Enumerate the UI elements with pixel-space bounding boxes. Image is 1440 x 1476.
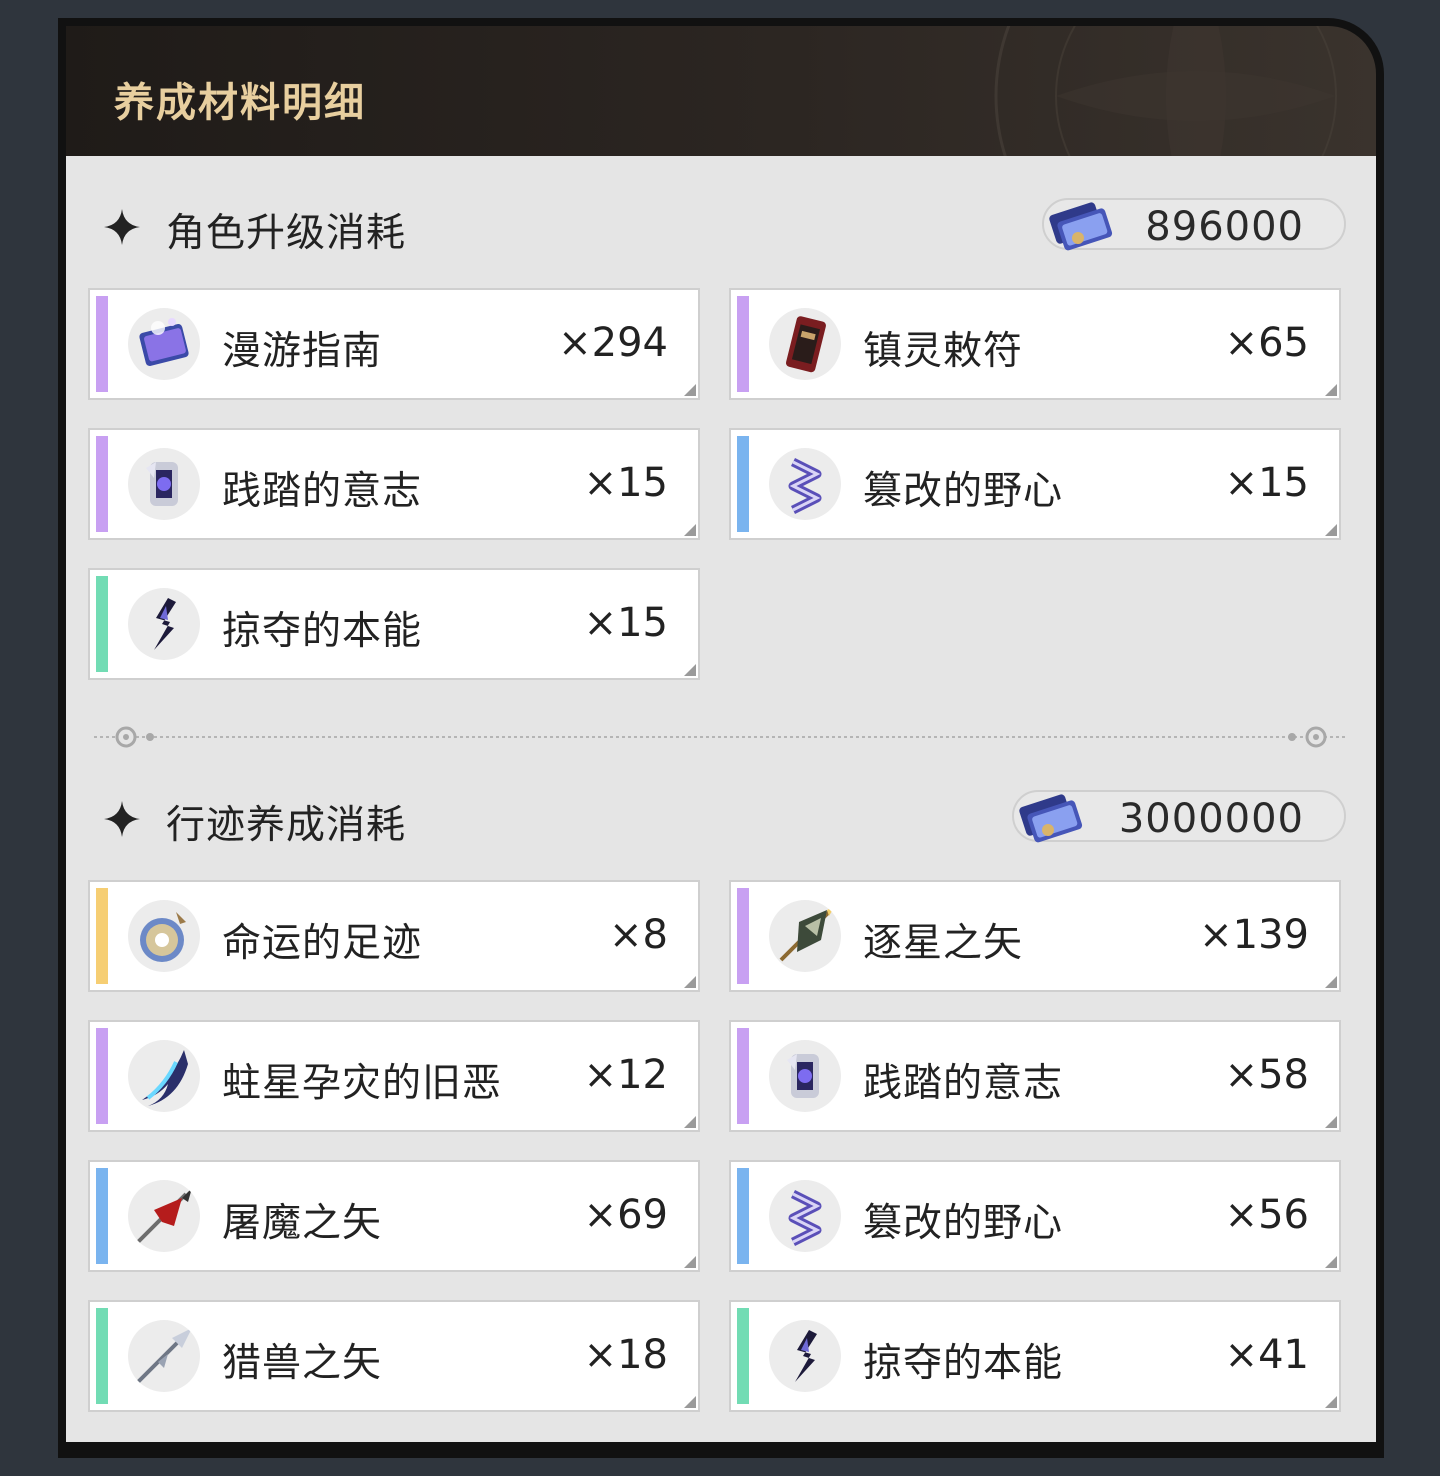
instinct-shard-icon: [769, 1320, 841, 1392]
materials-panel: 养成材料明细 角色升级消耗 896000 漫游指南 ×294 镇灵敕符 ×65 践踏的意志 ×…: [58, 18, 1384, 1458]
material-name: 掠夺的本能: [222, 609, 423, 654]
ambition-helix-icon: [769, 448, 841, 520]
section-title: 角色升级消耗: [166, 211, 407, 256]
will-crystal-icon: [769, 1040, 841, 1112]
material-quantity: ×41: [1224, 1332, 1309, 1378]
corner-mark: [1325, 1396, 1337, 1408]
sparkle-icon: [102, 207, 142, 247]
material-name: 漫游指南: [222, 329, 383, 374]
rarity-bar: [96, 436, 108, 532]
material-card[interactable]: 逐星之矢 ×139: [729, 880, 1341, 992]
material-card[interactable]: 践踏的意志 ×58: [729, 1020, 1341, 1132]
page-title: 养成材料明细: [114, 80, 366, 126]
credit-icon: [1019, 794, 1083, 843]
material-quantity: ×294: [558, 320, 668, 366]
corner-mark: [684, 1256, 696, 1268]
rarity-bar: [737, 296, 749, 392]
talisman-icon: [769, 308, 841, 380]
rarity-bar: [737, 436, 749, 532]
blade-claw-icon: [128, 1040, 200, 1112]
material-name: 掠夺的本能: [863, 1341, 1064, 1386]
credit-icon: [1049, 202, 1113, 251]
material-card[interactable]: 篡改的野心 ×56: [729, 1160, 1341, 1272]
rarity-bar: [737, 1168, 749, 1264]
instinct-shard-icon: [128, 588, 200, 660]
material-name: 践踏的意志: [863, 1061, 1064, 1106]
ambition-helix-icon: [769, 1180, 841, 1252]
fate-orb-icon: [128, 900, 200, 972]
material-name: 蛀星孕灾的旧恶: [222, 1061, 503, 1106]
material-quantity: ×58: [1224, 1052, 1309, 1098]
rarity-bar: [737, 1028, 749, 1124]
material-card[interactable]: 篡改的野心 ×15: [729, 428, 1341, 540]
material-name: 践踏的意志: [222, 469, 423, 514]
material-card[interactable]: 镇灵敕符 ×65: [729, 288, 1341, 400]
corner-mark: [684, 1116, 696, 1128]
material-quantity: ×8: [609, 912, 668, 958]
material-card[interactable]: 命运的足迹 ×8: [88, 880, 700, 992]
section-header: 行迹养成消耗 3000000: [66, 782, 1376, 852]
material-card[interactable]: 蛀星孕灾的旧恶 ×12: [88, 1020, 700, 1132]
material-name: 屠魔之矢: [222, 1201, 383, 1246]
section-divider: [94, 724, 1348, 750]
material-name: 猎兽之矢: [222, 1341, 383, 1386]
material-quantity: ×69: [583, 1192, 668, 1238]
corner-mark: [1325, 1256, 1337, 1268]
will-crystal-icon: [128, 448, 200, 520]
silver-arrow-icon: [128, 1320, 200, 1392]
corner-mark: [1325, 524, 1337, 536]
material-name: 篡改的野心: [863, 469, 1064, 514]
section-header: 角色升级消耗 896000: [66, 190, 1376, 260]
material-quantity: ×15: [583, 460, 668, 506]
corner-mark: [1325, 976, 1337, 988]
book-icon: [128, 308, 200, 380]
credits-pill: 896000: [1042, 198, 1346, 251]
corner-mark: [1325, 1116, 1337, 1128]
rarity-bar: [737, 888, 749, 984]
material-card[interactable]: 屠魔之矢 ×69: [88, 1160, 700, 1272]
corner-mark: [684, 524, 696, 536]
rarity-bar: [96, 888, 108, 984]
rarity-bar: [96, 576, 108, 672]
rarity-bar: [737, 1308, 749, 1404]
credits-value: 896000: [1145, 204, 1304, 250]
material-quantity: ×12: [583, 1052, 668, 1098]
rarity-bar: [96, 1028, 108, 1124]
section-title: 行迹养成消耗: [166, 803, 407, 848]
corner-mark: [684, 1396, 696, 1408]
header-ornament: [994, 26, 1337, 156]
sparkle-icon: [102, 799, 142, 839]
corner-mark: [1325, 384, 1337, 396]
material-quantity: ×65: [1224, 320, 1309, 366]
star-arrow-icon: [769, 900, 841, 972]
material-quantity: ×139: [1199, 912, 1309, 958]
material-card[interactable]: 掠夺的本能 ×41: [729, 1300, 1341, 1412]
rarity-bar: [96, 1308, 108, 1404]
material-quantity: ×18: [583, 1332, 668, 1378]
content-area: 角色升级消耗 896000 漫游指南 ×294 镇灵敕符 ×65 践踏的意志 ×15 篡改的野心…: [66, 156, 1376, 1442]
material-name: 逐星之矢: [863, 921, 1024, 966]
corner-mark: [684, 976, 696, 988]
red-arrow-icon: [128, 1180, 200, 1252]
material-card[interactable]: 践踏的意志 ×15: [88, 428, 700, 540]
rarity-bar: [96, 1168, 108, 1264]
material-card[interactable]: 猎兽之矢 ×18: [88, 1300, 700, 1412]
material-name: 命运的足迹: [222, 921, 423, 966]
material-quantity: ×15: [583, 600, 668, 646]
material-quantity: ×56: [1224, 1192, 1309, 1238]
credits-value: 3000000: [1118, 796, 1304, 842]
corner-mark: [684, 664, 696, 676]
corner-mark: [684, 384, 696, 396]
material-card[interactable]: 漫游指南 ×294: [88, 288, 700, 400]
panel-header: 养成材料明细: [66, 26, 1376, 156]
material-quantity: ×15: [1224, 460, 1309, 506]
material-card[interactable]: 掠夺的本能 ×15: [88, 568, 700, 680]
material-name: 篡改的野心: [863, 1201, 1064, 1246]
credits-pill: 3000000: [1012, 790, 1346, 843]
rarity-bar: [96, 296, 108, 392]
material-name: 镇灵敕符: [863, 329, 1024, 374]
